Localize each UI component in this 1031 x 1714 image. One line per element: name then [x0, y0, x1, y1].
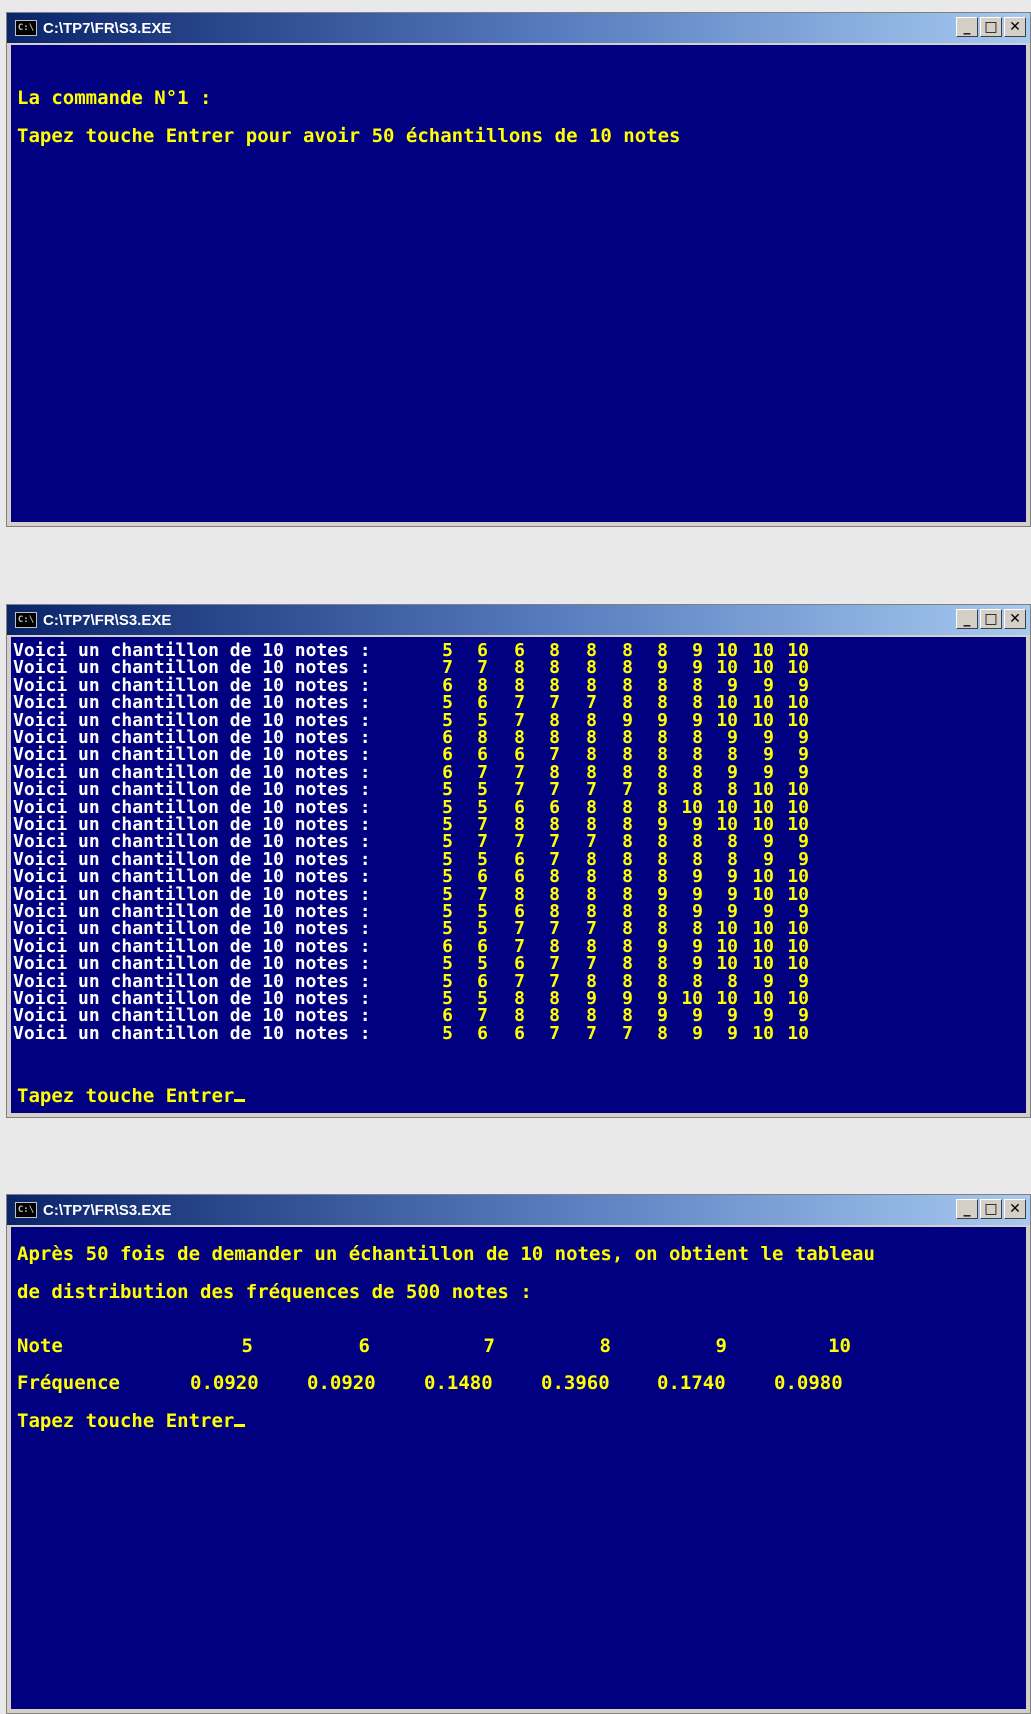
- note-row-label: Note: [17, 1335, 63, 1357]
- frequency-value: 0.1740: [657, 1372, 726, 1394]
- title-bar[interactable]: C:\ C:\TP7\FR\S3.EXE _ □ ✕: [7, 13, 1030, 43]
- sample-note-value: 9: [692, 1022, 703, 1044]
- frequency-value: 0.3960: [541, 1372, 610, 1394]
- console-output[interactable]: Voici un chantillon de 10 notes :5668888…: [11, 637, 1026, 1113]
- console-app-icon: C:\: [15, 1202, 37, 1218]
- minimize-button[interactable]: _: [956, 17, 978, 37]
- console-app-icon: C:\: [15, 20, 37, 36]
- instruction-text: Tapez touche Entrer pour avoir 50 échant…: [17, 125, 681, 147]
- console-window-3: C:\ C:\TP7\FR\S3.EXE _ □ ✕ Après 50 fois…: [6, 1194, 1031, 1714]
- sample-note-value: 6: [514, 1022, 525, 1044]
- prompt-line: Tapez touche Entrer: [17, 1410, 246, 1432]
- window-title: C:\TP7\FR\S3.EXE: [43, 611, 172, 629]
- console-output[interactable]: Après 50 fois de demander un échantillon…: [11, 1227, 1026, 1709]
- sample-note-value: 6: [477, 1022, 488, 1044]
- note-value: 7: [483, 1335, 495, 1357]
- note-value: 9: [715, 1335, 727, 1357]
- console-window-2: C:\ C:\TP7\FR\S3.EXE _ □ ✕ Voici un chan…: [6, 604, 1031, 1118]
- minimize-button[interactable]: _: [956, 1199, 978, 1219]
- note-value: 10: [828, 1335, 851, 1357]
- sample-note-value: 7: [549, 1022, 560, 1044]
- maximize-button[interactable]: □: [980, 609, 1002, 629]
- sample-note-value: 7: [586, 1022, 597, 1044]
- sample-row-label: Voici un chantillon de 10 notes :: [13, 1022, 371, 1044]
- window-title: C:\TP7\FR\S3.EXE: [43, 19, 172, 37]
- close-button[interactable]: ✕: [1004, 17, 1026, 37]
- command-heading: La commande N°1 :: [17, 87, 212, 109]
- frequency-value: 0.1480: [424, 1372, 493, 1394]
- window-title: C:\TP7\FR\S3.EXE: [43, 1201, 172, 1219]
- close-button[interactable]: ✕: [1004, 1199, 1026, 1219]
- prompt-line: Tapez touche Entrer: [17, 1085, 246, 1107]
- frequency-row-label: Fréquence: [17, 1372, 120, 1394]
- prompt-text: Tapez touche Entrer: [17, 1085, 235, 1107]
- sample-note-value: 7: [622, 1022, 633, 1044]
- sample-row: Voici un chantillon de 10 notes : 5 6 6 7 7 7 8…: [13, 1022, 809, 1044]
- close-button[interactable]: ✕: [1004, 609, 1026, 629]
- sample-note-value: 10: [752, 1022, 774, 1044]
- frequency-value: 0.0920: [190, 1372, 259, 1394]
- title-bar[interactable]: C:\ C:\TP7\FR\S3.EXE _ □ ✕: [7, 605, 1030, 635]
- console-output[interactable]: La commande N°1 : Tapez touche Entrer po…: [11, 45, 1026, 522]
- sample-note-value: 5: [442, 1022, 453, 1044]
- sample-note-value: 8: [657, 1022, 668, 1044]
- frequency-value: 0.0980: [774, 1372, 843, 1394]
- title-bar[interactable]: C:\ C:\TP7\FR\S3.EXE _ □ ✕: [7, 1195, 1030, 1225]
- note-value: 8: [599, 1335, 611, 1357]
- minimize-button[interactable]: _: [956, 609, 978, 629]
- text-cursor: [234, 1099, 246, 1102]
- prompt-text: Tapez touche Entrer: [17, 1410, 235, 1432]
- text-cursor: [234, 1424, 246, 1427]
- maximize-button[interactable]: □: [980, 17, 1002, 37]
- sample-note-value: 9: [727, 1022, 738, 1044]
- maximize-button[interactable]: □: [980, 1199, 1002, 1219]
- console-window-1: C:\ C:\TP7\FR\S3.EXE _ □ ✕ La commande N…: [6, 12, 1031, 527]
- sample-note-value: 10: [787, 1022, 809, 1044]
- note-value: 6: [358, 1335, 370, 1357]
- summary-line-1: Après 50 fois de demander un échantillon…: [17, 1243, 875, 1265]
- note-value: 5: [241, 1335, 253, 1357]
- frequency-value: 0.0920: [307, 1372, 376, 1394]
- summary-line-2: de distribution des fréquences de 500 no…: [17, 1281, 532, 1303]
- console-app-icon: C:\: [15, 612, 37, 628]
